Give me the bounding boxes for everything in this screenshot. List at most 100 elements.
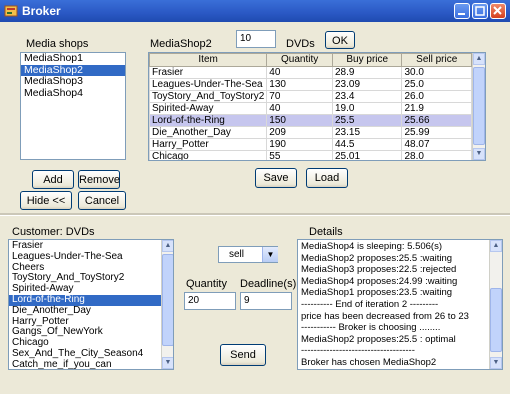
deadline-label: Deadline(s) (240, 278, 297, 290)
inventory-table: Item Quantity Buy price Sell price Frasier 4… (148, 52, 486, 161)
cancel-button[interactable]: Cancel (78, 191, 126, 210)
table-cell: 25.5 (331, 114, 403, 127)
deadline-input[interactable]: 9 (240, 292, 292, 310)
details-scrollbar[interactable]: ▲ ▼ (489, 240, 502, 369)
add-button[interactable]: Add (32, 170, 74, 189)
log-line: ------------------------------------ (301, 345, 415, 357)
log-line: Broker has chosen MediaShop2 (301, 356, 437, 368)
shop-list-item[interactable]: MediaShop3 (21, 75, 125, 88)
list-item[interactable]: Leagues-Under-The-Sea (9, 251, 161, 263)
table-cell: 28.0 (401, 150, 472, 160)
column-header[interactable]: Quantity (266, 53, 333, 67)
table-cell: Frasier (149, 66, 268, 79)
load-button[interactable]: Load (306, 168, 348, 188)
table-row[interactable]: Frasier 40 28.9 30.0 (149, 66, 472, 79)
minimize-icon (458, 13, 465, 15)
table-cell: 25.0 (401, 78, 472, 91)
save-button[interactable]: Save (255, 168, 297, 188)
shop-list-item[interactable]: MediaShop4 (21, 87, 125, 100)
table-cell: 30.0 (401, 66, 472, 79)
table-cell: Chicago (149, 150, 268, 160)
table-cell: 23.4 (331, 90, 403, 103)
media-shops-label: Media shops (26, 38, 89, 50)
scroll-down-icon[interactable]: ▼ (162, 357, 173, 369)
inventory-scrollbar[interactable]: ▲ ▼ (472, 53, 485, 160)
table-cell: 25.01 (331, 150, 403, 160)
log-line: ---------- End of iteration 2 --------- (301, 298, 439, 310)
log-line: MediaShop4 is sleeping: 5.506(s) (301, 241, 443, 252)
log-line: price has been decreased from 26 to 23 (301, 310, 469, 322)
quantity-label: Quantity (186, 278, 227, 290)
shop-list-item[interactable]: MediaShop1 (21, 53, 125, 65)
table-cell: 21.9 (401, 102, 472, 115)
minimize-button[interactable] (454, 3, 470, 19)
ok-button[interactable]: OK (325, 31, 355, 49)
table-cell: 40 (266, 66, 333, 79)
list-item[interactable]: Die_Another_Day (9, 305, 161, 317)
table-row[interactable]: Chicago 55 25.01 28.0 (149, 150, 472, 160)
table-cell: 26.0 (401, 90, 472, 103)
table-row[interactable]: Harry_Potter 190 44.5 48.07 (149, 138, 472, 151)
table-cell: 25.99 (401, 126, 472, 139)
column-header[interactable]: Buy price (331, 53, 403, 67)
table-cell: 130 (266, 78, 333, 91)
table-cell: 70 (266, 90, 333, 103)
shop-name-label: MediaShop2 (150, 38, 212, 50)
close-button[interactable] (490, 3, 506, 19)
send-button[interactable]: Send (220, 344, 266, 366)
log-line: MediaShop1 proposes:23.5 :waiting (301, 287, 453, 299)
table-row[interactable]: Leagues-Under-The-Sea 130 23.09 25.0 (149, 78, 472, 91)
log-line: MediaShop3 proposes:22.5 :rejected (301, 264, 457, 276)
table-cell: 44.5 (331, 138, 403, 151)
remove-button[interactable]: Remove (78, 170, 120, 189)
order-mode-select[interactable]: sell ▼ (218, 246, 278, 263)
table-row[interactable]: Lord-of-the-Ring 150 25.5 25.66 (149, 114, 472, 127)
table-cell: Spirited-Away (149, 102, 268, 115)
customer-label: Customer: DVDs (12, 226, 95, 238)
column-header[interactable]: Sell price (401, 53, 472, 67)
table-cell: Die_Another_Day (149, 126, 268, 139)
window-title: Broker (22, 4, 61, 18)
dvd-count-input[interactable]: 10 (236, 30, 276, 48)
log-line: ----------- Broker is choosing ........ (301, 322, 441, 334)
table-cell: 190 (266, 138, 333, 151)
table-cell: 150 (266, 114, 333, 127)
table-cell: 40 (266, 102, 333, 115)
scroll-thumb[interactable] (473, 67, 485, 145)
table-cell: 19.0 (331, 102, 403, 115)
table-cell: 209 (266, 126, 333, 139)
details-label: Details (309, 226, 343, 238)
table-cell: 55 (266, 150, 333, 160)
table-row[interactable]: Die_Another_Day 209 23.15 25.99 (149, 126, 472, 139)
chevron-down-icon: ▼ (262, 247, 278, 262)
list-item[interactable]: Catch_me_if_you_can (9, 359, 161, 369)
scroll-thumb[interactable] (162, 254, 173, 346)
scroll-up-icon[interactable]: ▲ (473, 53, 485, 65)
customer-scrollbar[interactable]: ▲ ▼ (161, 240, 173, 369)
scroll-down-icon[interactable]: ▼ (490, 357, 502, 369)
close-icon (493, 6, 502, 15)
table-cell: Lord-of-the-Ring (149, 114, 268, 127)
scroll-down-icon[interactable]: ▼ (473, 148, 485, 160)
table-row[interactable]: Spirited-Away 40 19.0 21.9 (149, 102, 472, 115)
app-icon (4, 5, 18, 17)
scroll-up-icon[interactable]: ▲ (162, 240, 173, 252)
details-log[interactable]: MediaShop4 is sleeping: 5.506(s) MediaSho… (297, 239, 503, 370)
log-line: MediaShop4 proposes:24.99 :waiting (301, 275, 458, 287)
hide-button[interactable]: Hide << (20, 191, 72, 210)
table-cell: 25.66 (401, 114, 472, 127)
quantity-input[interactable]: 20 (184, 292, 236, 310)
log-line: MediaShop2 proposes:25.5 :waiting (301, 252, 453, 264)
maximize-icon (475, 6, 485, 16)
maximize-button[interactable] (472, 3, 488, 19)
scroll-up-icon[interactable]: ▲ (490, 240, 502, 252)
table-row[interactable]: ToyStory_And_ToyStory2 70 23.4 26.0 (149, 90, 472, 103)
media-shops-list[interactable]: MediaShop1 MediaShop2 MediaShop3 MediaShop4 (20, 52, 126, 160)
section-divider (0, 213, 510, 216)
title-bar: Broker (0, 0, 510, 22)
table-cell: 23.15 (331, 126, 403, 139)
customer-dvd-list[interactable]: Frasier Leagues-Under-The-Sea Cheers ToySto… (8, 239, 174, 370)
column-header[interactable]: Item (149, 53, 268, 67)
scroll-thumb[interactable] (490, 288, 502, 352)
table-cell: ToyStory_And_ToyStory2 (149, 90, 268, 103)
